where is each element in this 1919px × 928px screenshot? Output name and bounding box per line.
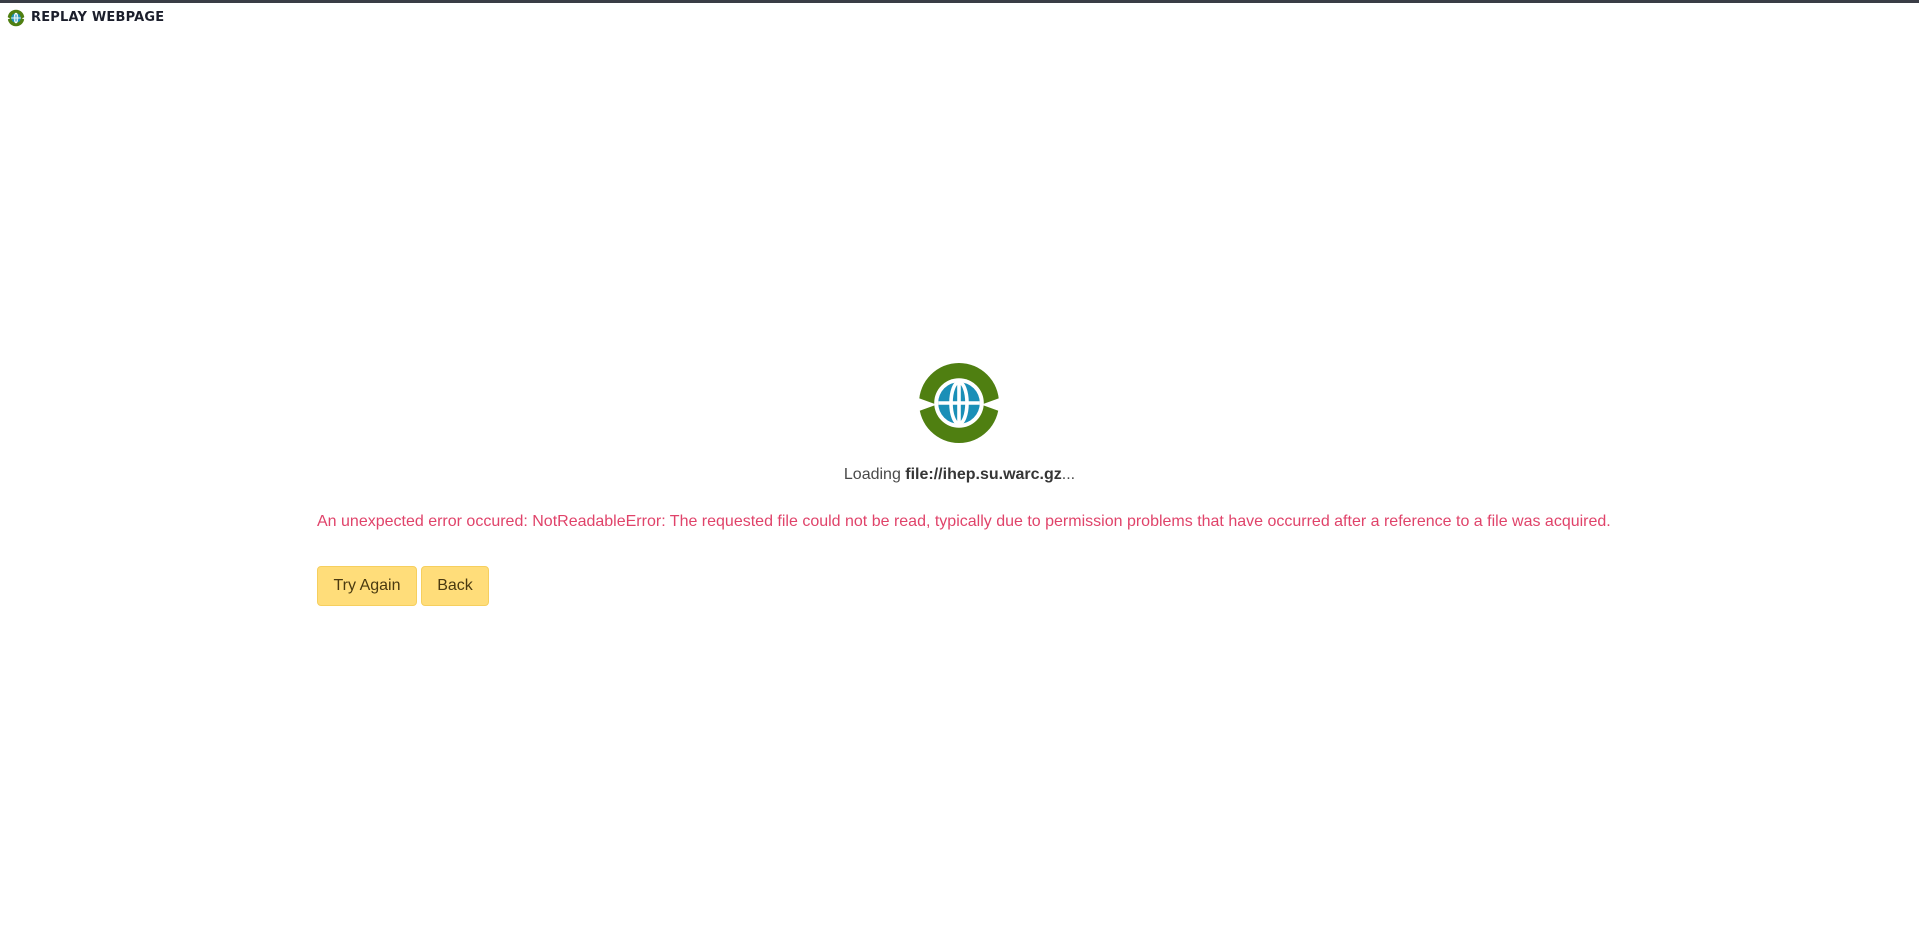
loading-suffix: ... bbox=[1061, 466, 1076, 483]
replay-globe-logo-icon bbox=[919, 363, 999, 443]
app-title: REPLAY WEBPAGE bbox=[31, 10, 165, 25]
top-border bbox=[0, 0, 1919, 3]
loading-prefix: Loading bbox=[843, 466, 906, 483]
replay-logo-icon bbox=[7, 9, 25, 27]
error-actions: Try Again Back bbox=[317, 566, 489, 606]
try-again-button[interactable]: Try Again bbox=[317, 566, 417, 606]
app-header: REPLAY WEBPAGE bbox=[7, 9, 164, 27]
loading-status: Loading file://ihep.su.warc.gz... bbox=[0, 464, 1919, 486]
back-button[interactable]: Back bbox=[421, 566, 489, 606]
loading-file-name: file://ihep.su.warc.gz bbox=[905, 466, 1062, 483]
error-message: An unexpected error occured: NotReadable… bbox=[317, 513, 1611, 530]
